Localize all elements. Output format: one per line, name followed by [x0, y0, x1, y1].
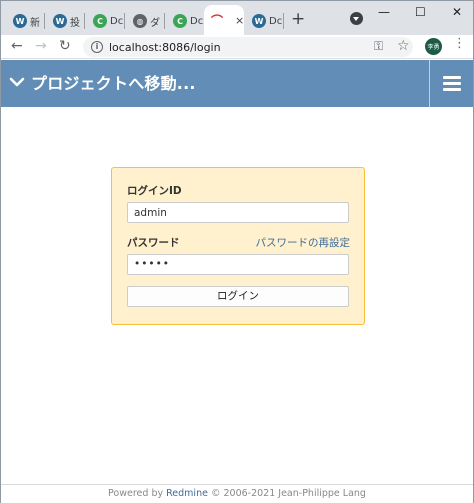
tab-search-icon[interactable]	[350, 12, 363, 25]
bookmark-star-icon[interactable]: ☆	[397, 38, 410, 54]
tab-separator	[44, 13, 45, 29]
tab-separator	[124, 13, 125, 29]
tab-4[interactable]: ◍ ダ	[127, 7, 165, 35]
dc-icon: C	[173, 14, 187, 28]
profile-avatar[interactable]: 李勇	[425, 38, 442, 55]
app-header: プロジェクトへ移動...	[1, 60, 473, 107]
project-jump-label: プロジェクトへ移動...	[31, 74, 196, 93]
login-button[interactable]: ログイン	[127, 286, 349, 307]
tab-label: Dc	[269, 15, 283, 27]
info-icon[interactable]: i	[91, 41, 103, 53]
tab-3[interactable]: C Dc	[87, 7, 125, 35]
username-field[interactable]	[127, 202, 349, 223]
tab-active-redmine[interactable]: ⌒ ×	[204, 5, 244, 35]
tab-separator	[84, 13, 85, 29]
back-button[interactable]: ←	[11, 38, 23, 54]
menu-kebab-icon[interactable]: ⋮	[453, 37, 466, 50]
wordpress-icon: W	[53, 14, 67, 28]
address-bar[interactable]: i localhost:8086/login ⚿ ☆	[83, 37, 413, 57]
tab-5[interactable]: C Dc	[167, 7, 205, 35]
tab-7[interactable]: W Dc	[246, 7, 284, 35]
password-field[interactable]: •••••	[127, 254, 349, 275]
username-label: ログインID	[127, 185, 182, 197]
chevron-down-icon	[9, 77, 25, 87]
tab-label: 投	[70, 17, 80, 29]
tab-separator	[164, 13, 165, 29]
dc-icon: C	[93, 14, 107, 28]
url-text[interactable]: localhost:8086/login	[109, 41, 221, 54]
tab-label: ダ	[150, 17, 160, 29]
reload-button[interactable]: ↻	[59, 38, 71, 54]
tab-label: Dc	[110, 15, 124, 27]
wordpress-icon: W	[13, 14, 27, 28]
footer: Powered by Redmine © 2006-2021 Jean-Phil…	[1, 484, 473, 503]
new-tab-button[interactable]: +	[291, 9, 305, 29]
tab-label: 新	[30, 17, 40, 29]
key-icon[interactable]: ⚿	[374, 39, 383, 54]
mobile-menu-button[interactable]	[429, 60, 473, 107]
forward-button[interactable]: →	[35, 38, 47, 54]
login-form: ログインID パスワード パスワードの再設定 ••••• ログイン	[111, 167, 365, 325]
lost-password-link[interactable]: パスワードの再設定	[256, 235, 351, 250]
maximize-button[interactable]: ☐	[415, 5, 426, 19]
browser-window: W 新 W 投 C Dc ◍ ダ C Dc ⌒ × W Dc + — ☐ ✕ ←…	[0, 0, 474, 503]
tab-label: Dc	[190, 15, 204, 27]
minimize-button[interactable]: —	[378, 5, 390, 19]
browser-toolbar: ← → ↻ i localhost:8086/login ⚿ ☆ 李勇 ⋮	[1, 35, 473, 59]
redmine-link[interactable]: Redmine	[166, 488, 208, 499]
wordpress-icon: W	[252, 14, 266, 28]
redmine-icon: ⌒	[210, 13, 223, 28]
password-label: パスワード	[127, 237, 180, 249]
close-window-button[interactable]: ✕	[452, 5, 462, 19]
tab-separator	[283, 13, 284, 29]
footer-powered-by: Powered by	[108, 488, 167, 499]
tab-close-icon[interactable]: ×	[235, 14, 244, 27]
hamburger-icon	[443, 76, 461, 91]
project-jump[interactable]: プロジェクトへ移動...	[9, 70, 196, 94]
tab-1[interactable]: W 新	[7, 7, 45, 35]
globe-icon: ◍	[133, 14, 147, 28]
tab-2[interactable]: W 投	[47, 7, 85, 35]
tab-strip: W 新 W 投 C Dc ◍ ダ C Dc ⌒ × W Dc + — ☐ ✕	[1, 1, 473, 35]
footer-copyright: © 2006-2021 Jean-Philippe Lang	[207, 488, 366, 499]
